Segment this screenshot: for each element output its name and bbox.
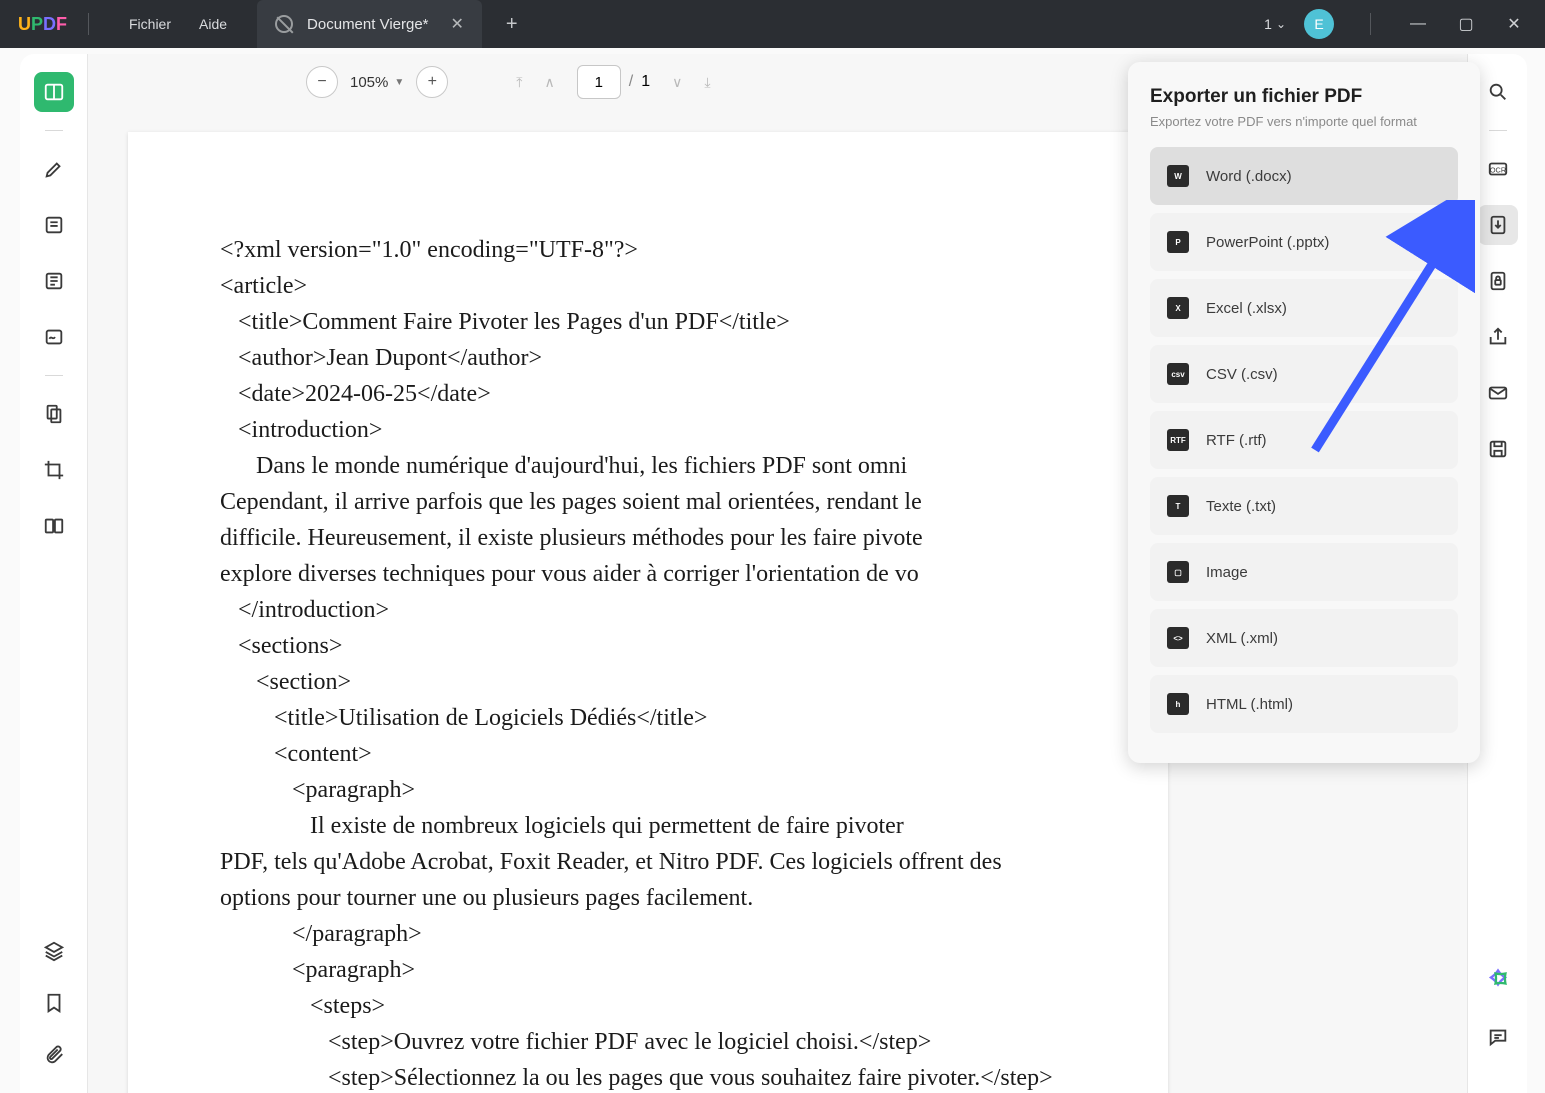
attachment-icon[interactable] — [34, 1035, 74, 1075]
ocr-icon[interactable]: OCR — [1478, 149, 1518, 189]
avatar-letter: E — [1314, 16, 1323, 32]
separator — [45, 375, 63, 376]
export-option-label: PowerPoint (.pptx) — [1206, 234, 1329, 251]
share-icon[interactable] — [1478, 317, 1518, 357]
tab-count[interactable]: 1 ⌄ — [1264, 16, 1286, 32]
new-tab-button[interactable]: + — [506, 13, 518, 36]
file-type-icon: RTF — [1166, 428, 1190, 452]
maximize-button[interactable]: ▢ — [1447, 10, 1485, 38]
menu-help[interactable]: Aide — [199, 16, 227, 32]
document-page: <?xml version="1.0" encoding="UTF-8"?> <… — [128, 132, 1168, 1093]
separator — [88, 13, 89, 35]
page-input[interactable] — [577, 65, 621, 99]
close-window-button[interactable]: ✕ — [1495, 10, 1533, 38]
organize-pages-icon[interactable] — [34, 394, 74, 434]
highlighter-icon[interactable] — [34, 149, 74, 189]
file-type-icon: X — [1166, 296, 1190, 320]
export-option-csv-csv-[interactable]: csv CSV (.csv) — [1150, 345, 1458, 403]
title-bar: UPDF Fichier Aide Document Vierge* ✕ + 1… — [0, 0, 1545, 48]
separator — [1370, 13, 1371, 35]
form-icon[interactable] — [34, 261, 74, 301]
page-nav: ⤒ ∧ / 1 ∨ ⤓ — [516, 65, 710, 99]
layers-icon[interactable] — [34, 931, 74, 971]
protect-icon[interactable] — [1478, 261, 1518, 301]
export-option-label: XML (.xml) — [1206, 630, 1278, 647]
zoom-controls: − 105% ▼ + — [306, 66, 448, 98]
export-title: Exporter un fichier PDF — [1150, 86, 1458, 108]
zoom-value[interactable]: 105% ▼ — [350, 74, 404, 91]
export-option-html-html-[interactable]: h HTML (.html) — [1150, 675, 1458, 733]
email-icon[interactable] — [1478, 373, 1518, 413]
export-option-powerpoint-pptx-[interactable]: P PowerPoint (.pptx) — [1150, 213, 1458, 271]
document-text: <?xml version="1.0" encoding="UTF-8"?> <… — [220, 232, 1076, 1093]
page-separator: / — [629, 73, 633, 91]
next-page-button[interactable]: ∨ — [672, 74, 682, 91]
export-option-label: Image — [1206, 564, 1248, 581]
separator — [1489, 130, 1507, 131]
compare-icon[interactable] — [34, 506, 74, 546]
export-option-label: HTML (.html) — [1206, 696, 1293, 713]
menu-bar: Fichier Aide — [107, 16, 227, 32]
chevron-down-icon: ⌄ — [1276, 17, 1286, 31]
window-controls: 1 ⌄ E — ▢ ✕ — [1264, 9, 1545, 39]
export-option-label: CSV (.csv) — [1206, 366, 1278, 383]
file-type-icon: ▢ — [1166, 560, 1190, 584]
file-type-icon: W — [1166, 164, 1190, 188]
zoom-percent: 105% — [350, 74, 388, 91]
export-option-rtf-rtf-[interactable]: RTF RTF (.rtf) — [1150, 411, 1458, 469]
app-logo: UPDF — [0, 14, 70, 35]
search-icon[interactable] — [1478, 72, 1518, 112]
save-icon[interactable] — [1478, 429, 1518, 469]
export-option-label: Texte (.txt) — [1206, 498, 1276, 515]
separator — [45, 130, 63, 131]
prev-page-button[interactable]: ∧ — [544, 74, 554, 91]
export-icon[interactable] — [1478, 205, 1518, 245]
chevron-down-icon: ▼ — [394, 77, 404, 88]
tab-count-value: 1 — [1264, 16, 1272, 32]
first-page-button[interactable]: ⤒ — [516, 74, 522, 91]
export-option-label: Excel (.xlsx) — [1206, 300, 1287, 317]
bookmark-icon[interactable] — [34, 983, 74, 1023]
export-option-label: RTF (.rtf) — [1206, 432, 1267, 449]
export-option-excel-xlsx-[interactable]: X Excel (.xlsx) — [1150, 279, 1458, 337]
document-tab[interactable]: Document Vierge* ✕ — [257, 0, 482, 48]
file-type-icon: csv — [1166, 362, 1190, 386]
file-type-icon: h — [1166, 692, 1190, 716]
edit-text-icon[interactable] — [34, 205, 74, 245]
tab-close-button[interactable]: ✕ — [443, 14, 464, 34]
left-sidebar — [20, 54, 88, 1093]
zoom-out-button[interactable]: − — [306, 66, 338, 98]
export-option-xml-xml-[interactable]: <> XML (.xml) — [1150, 609, 1458, 667]
comment-icon[interactable] — [1478, 1017, 1518, 1057]
file-type-icon: T — [1166, 494, 1190, 518]
tab-title: Document Vierge* — [307, 16, 428, 33]
sign-icon[interactable] — [34, 317, 74, 357]
ai-icon[interactable] — [1478, 961, 1518, 1001]
export-option-label: Word (.docx) — [1206, 168, 1292, 185]
blank-document-icon — [275, 15, 293, 33]
reader-mode-icon[interactable] — [34, 72, 74, 112]
minimize-button[interactable]: — — [1399, 10, 1437, 38]
zoom-in-button[interactable]: + — [416, 66, 448, 98]
file-type-icon: P — [1166, 230, 1190, 254]
page-total: 1 — [641, 73, 650, 91]
user-avatar[interactable]: E — [1304, 9, 1334, 39]
export-panel: Exporter un fichier PDF Exportez votre P… — [1128, 62, 1480, 763]
menu-file[interactable]: Fichier — [129, 16, 171, 32]
export-option-image[interactable]: ▢ Image — [1150, 543, 1458, 601]
last-page-button[interactable]: ⤓ — [704, 74, 710, 91]
export-option-texte-txt-[interactable]: T Texte (.txt) — [1150, 477, 1458, 535]
file-type-icon: <> — [1166, 626, 1190, 650]
svg-text:OCR: OCR — [1489, 166, 1505, 175]
crop-icon[interactable] — [34, 450, 74, 490]
export-option-word-docx-[interactable]: W Word (.docx) — [1150, 147, 1458, 205]
export-subtitle: Exportez votre PDF vers n'importe quel f… — [1150, 114, 1458, 129]
